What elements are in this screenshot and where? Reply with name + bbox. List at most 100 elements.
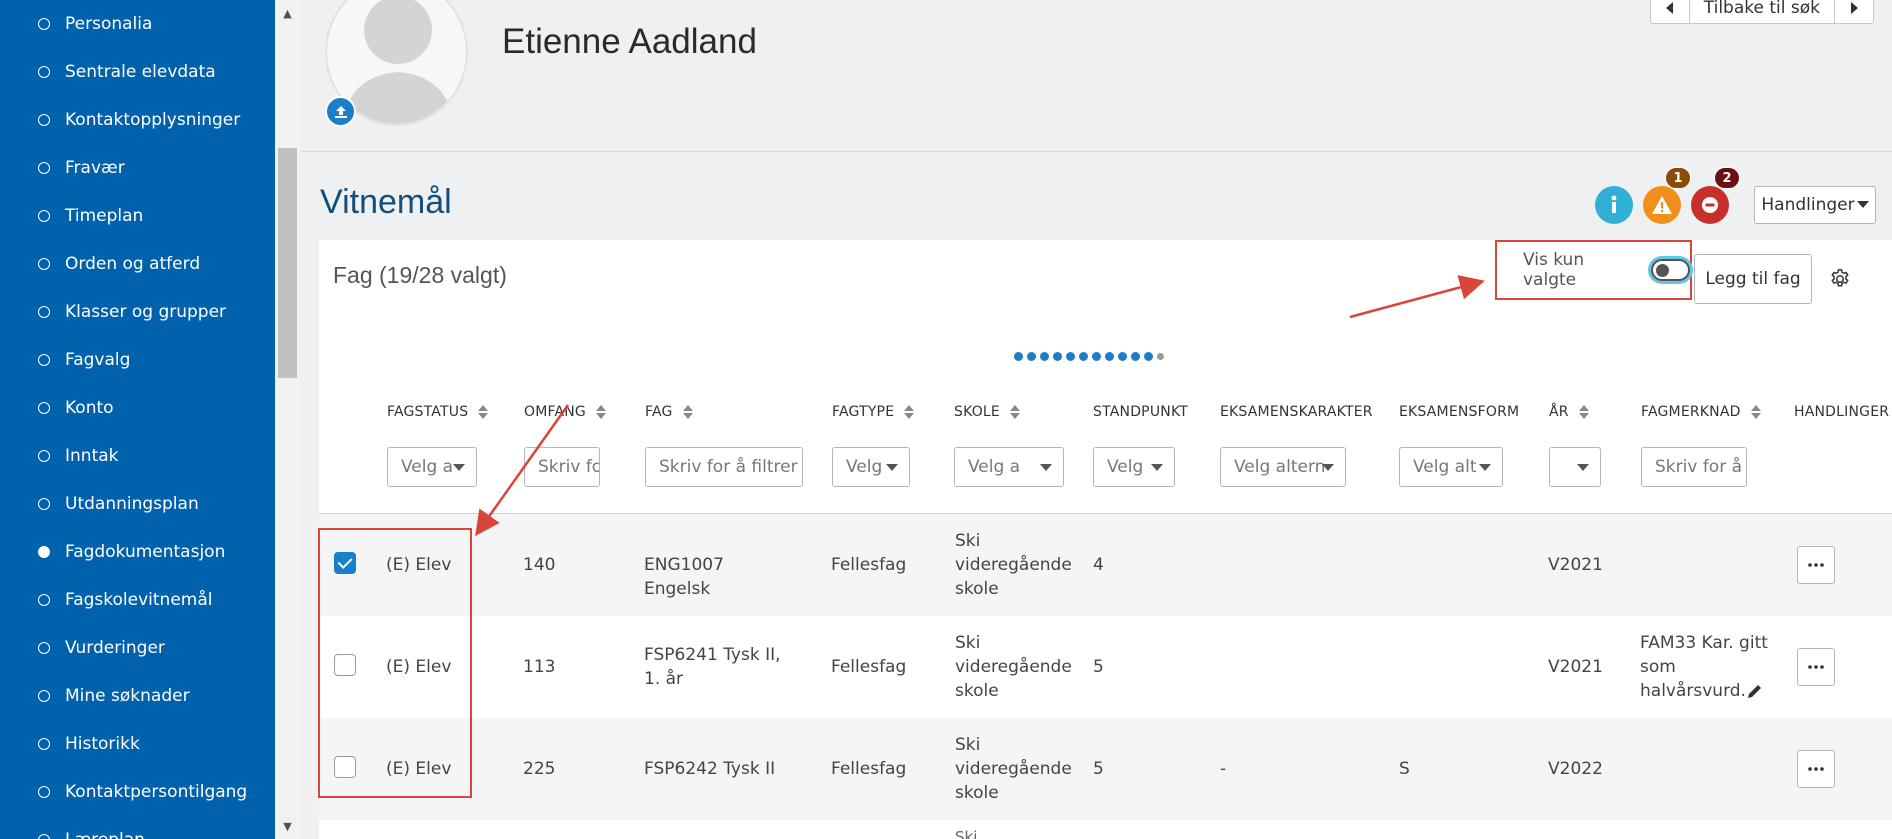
pager-dot[interactable] bbox=[1092, 352, 1101, 361]
show-selected-label: Vis kun valgte bbox=[1523, 250, 1585, 290]
upload-icon[interactable] bbox=[325, 96, 356, 127]
sidebar-item-12[interactable]: Fagskolevitnemål bbox=[0, 576, 275, 624]
sort-icon[interactable] bbox=[682, 405, 693, 419]
sort-icon[interactable] bbox=[478, 405, 489, 419]
column-filter-select[interactable]: Velg alt bbox=[1399, 447, 1503, 487]
cell-skole-line: videregående bbox=[955, 555, 1072, 575]
sidebar-item-1[interactable]: Sentrale elevdata bbox=[0, 48, 275, 96]
column-filter-input[interactable]: Skriv fo bbox=[524, 447, 600, 487]
next-student-button[interactable] bbox=[1835, 0, 1873, 23]
scroll-thumb[interactable] bbox=[278, 148, 297, 378]
sort-icon[interactable] bbox=[1578, 405, 1589, 419]
caret-down-icon bbox=[1856, 201, 1869, 208]
sidebar-item-13[interactable]: Vurderinger bbox=[0, 624, 275, 672]
sidebar-item-3[interactable]: Fravær bbox=[0, 144, 275, 192]
sidebar-item-9[interactable]: Inntak bbox=[0, 432, 275, 480]
pager-dot[interactable] bbox=[1079, 352, 1088, 361]
column-header[interactable]: ÅR bbox=[1549, 404, 1589, 420]
sidebar-item-label: Kontaktpersontilgang bbox=[65, 782, 248, 802]
column-filter-select[interactable]: Velg altern bbox=[1220, 447, 1346, 487]
pager-dot[interactable] bbox=[1144, 352, 1153, 361]
column-filter-select[interactable] bbox=[1549, 447, 1601, 487]
sort-icon[interactable] bbox=[904, 405, 915, 419]
sidebar-item-5[interactable]: Orden og atferd bbox=[0, 240, 275, 288]
sidebar-item-7[interactable]: Fagvalg bbox=[0, 336, 275, 384]
column-filter-input[interactable]: Skriv for å filtrer bbox=[645, 447, 803, 487]
sort-icon[interactable] bbox=[1750, 405, 1761, 419]
error-icon[interactable] bbox=[1691, 186, 1729, 224]
nav-bullet-icon bbox=[38, 450, 50, 462]
pager-dot[interactable] bbox=[1157, 353, 1164, 360]
pencil-icon[interactable] bbox=[1746, 682, 1764, 700]
pager-dot[interactable] bbox=[1118, 352, 1127, 361]
sidebar-item-label: Fagskolevitnemål bbox=[65, 590, 213, 610]
column-header: EKSAMENSKARAKTER bbox=[1220, 404, 1373, 420]
pager-dot[interactable] bbox=[1014, 352, 1023, 361]
warning-icon[interactable] bbox=[1643, 186, 1681, 224]
actions-dropdown-button[interactable]: Handlinger bbox=[1754, 186, 1876, 224]
caret-down-icon bbox=[453, 464, 465, 471]
cell-fag: ENG1007 Engelsk bbox=[644, 555, 724, 599]
filter-placeholder: Velg altern bbox=[1234, 457, 1326, 477]
caret-down-icon bbox=[1040, 464, 1052, 471]
pager-dot[interactable] bbox=[1131, 352, 1140, 361]
column-filter-select[interactable]: Velg a bbox=[954, 447, 1064, 487]
ellipsis-icon bbox=[1808, 563, 1824, 567]
column-header[interactable]: FAGSTATUS bbox=[387, 404, 489, 420]
column-filter-select[interactable]: Velg a bbox=[387, 447, 477, 487]
nav-bullet-icon bbox=[38, 162, 50, 174]
back-to-search-button[interactable]: Tilbake til søk bbox=[1690, 0, 1835, 23]
sidebar-item-label: Kontaktopplysninger bbox=[65, 110, 241, 130]
column-filter-select[interactable]: Velg bbox=[1093, 447, 1175, 487]
column-header: HANDLINGER bbox=[1794, 404, 1889, 420]
scroll-up-arrow[interactable]: ▲ bbox=[275, 0, 300, 26]
scroll-down-arrow[interactable]: ▼ bbox=[275, 813, 300, 839]
sidebar-item-10[interactable]: Utdanningsplan bbox=[0, 480, 275, 528]
sidebar-item-2[interactable]: Kontaktopplysninger bbox=[0, 96, 275, 144]
sidebar-item-11[interactable]: Fagdokumentasjon bbox=[0, 528, 275, 576]
column-filter-select[interactable]: Velg bbox=[832, 447, 910, 487]
column-header[interactable]: FAG bbox=[645, 404, 693, 420]
sidebar-item-6[interactable]: Klasser og grupper bbox=[0, 288, 275, 336]
sort-icon[interactable] bbox=[595, 405, 606, 419]
cell-aar: V2021 bbox=[1548, 657, 1603, 677]
cell-omfang: 113 bbox=[523, 657, 556, 677]
sidebar-item-17[interactable]: Læreplan bbox=[0, 816, 275, 839]
show-selected-toggle[interactable] bbox=[1650, 259, 1690, 281]
nav-bullet-icon bbox=[38, 546, 50, 558]
sidebar-item-16[interactable]: Kontaktpersontilgang bbox=[0, 768, 275, 816]
cell-fagmerknad-line: halvårsvurd. bbox=[1640, 681, 1746, 701]
sidebar-item-14[interactable]: Mine søknader bbox=[0, 672, 275, 720]
sidebar-item-label: Historikk bbox=[65, 734, 140, 754]
previous-student-button[interactable] bbox=[1651, 0, 1690, 23]
warning-count-badge: 1 bbox=[1665, 167, 1691, 189]
column-header[interactable]: FAGTYPE bbox=[832, 404, 915, 420]
column-filter-input[interactable]: Skriv for å fi bbox=[1641, 447, 1747, 487]
sidebar-item-8[interactable]: Konto bbox=[0, 384, 275, 432]
pager-dot[interactable] bbox=[1066, 352, 1075, 361]
filter-placeholder: Velg a bbox=[968, 457, 1021, 477]
column-header-label: OMFANG bbox=[524, 404, 586, 420]
pager-dot[interactable] bbox=[1040, 352, 1049, 361]
row-actions-button[interactable] bbox=[1797, 750, 1835, 788]
pager-dot[interactable] bbox=[1027, 352, 1036, 361]
add-subject-button[interactable]: Legg til fag bbox=[1694, 254, 1812, 304]
cell-skole-line: skole bbox=[955, 783, 999, 803]
column-header[interactable]: FAGMERKNAD bbox=[1641, 404, 1761, 420]
pager-dot[interactable] bbox=[1053, 352, 1062, 361]
gear-icon[interactable] bbox=[1829, 268, 1851, 290]
caret-down-icon bbox=[1577, 464, 1589, 471]
sidebar-item-15[interactable]: Historikk bbox=[0, 720, 275, 768]
sidebar-item-0[interactable]: Personalia bbox=[0, 0, 275, 48]
row-actions-button[interactable] bbox=[1797, 546, 1835, 584]
cell-skole-line: Ski bbox=[955, 735, 981, 755]
pager-dot[interactable] bbox=[1105, 352, 1114, 361]
sidebar-item-4[interactable]: Timeplan bbox=[0, 192, 275, 240]
row-actions-button[interactable] bbox=[1797, 648, 1835, 686]
sort-icon[interactable] bbox=[1009, 405, 1020, 419]
sidebar-scrollbar[interactable]: ▲ ▼ bbox=[275, 0, 300, 839]
column-header[interactable]: OMFANG bbox=[524, 404, 606, 420]
column-header[interactable]: SKOLE bbox=[954, 404, 1020, 420]
column-header-label: STANDPUNKT bbox=[1093, 404, 1188, 420]
info-icon[interactable] bbox=[1595, 186, 1633, 224]
